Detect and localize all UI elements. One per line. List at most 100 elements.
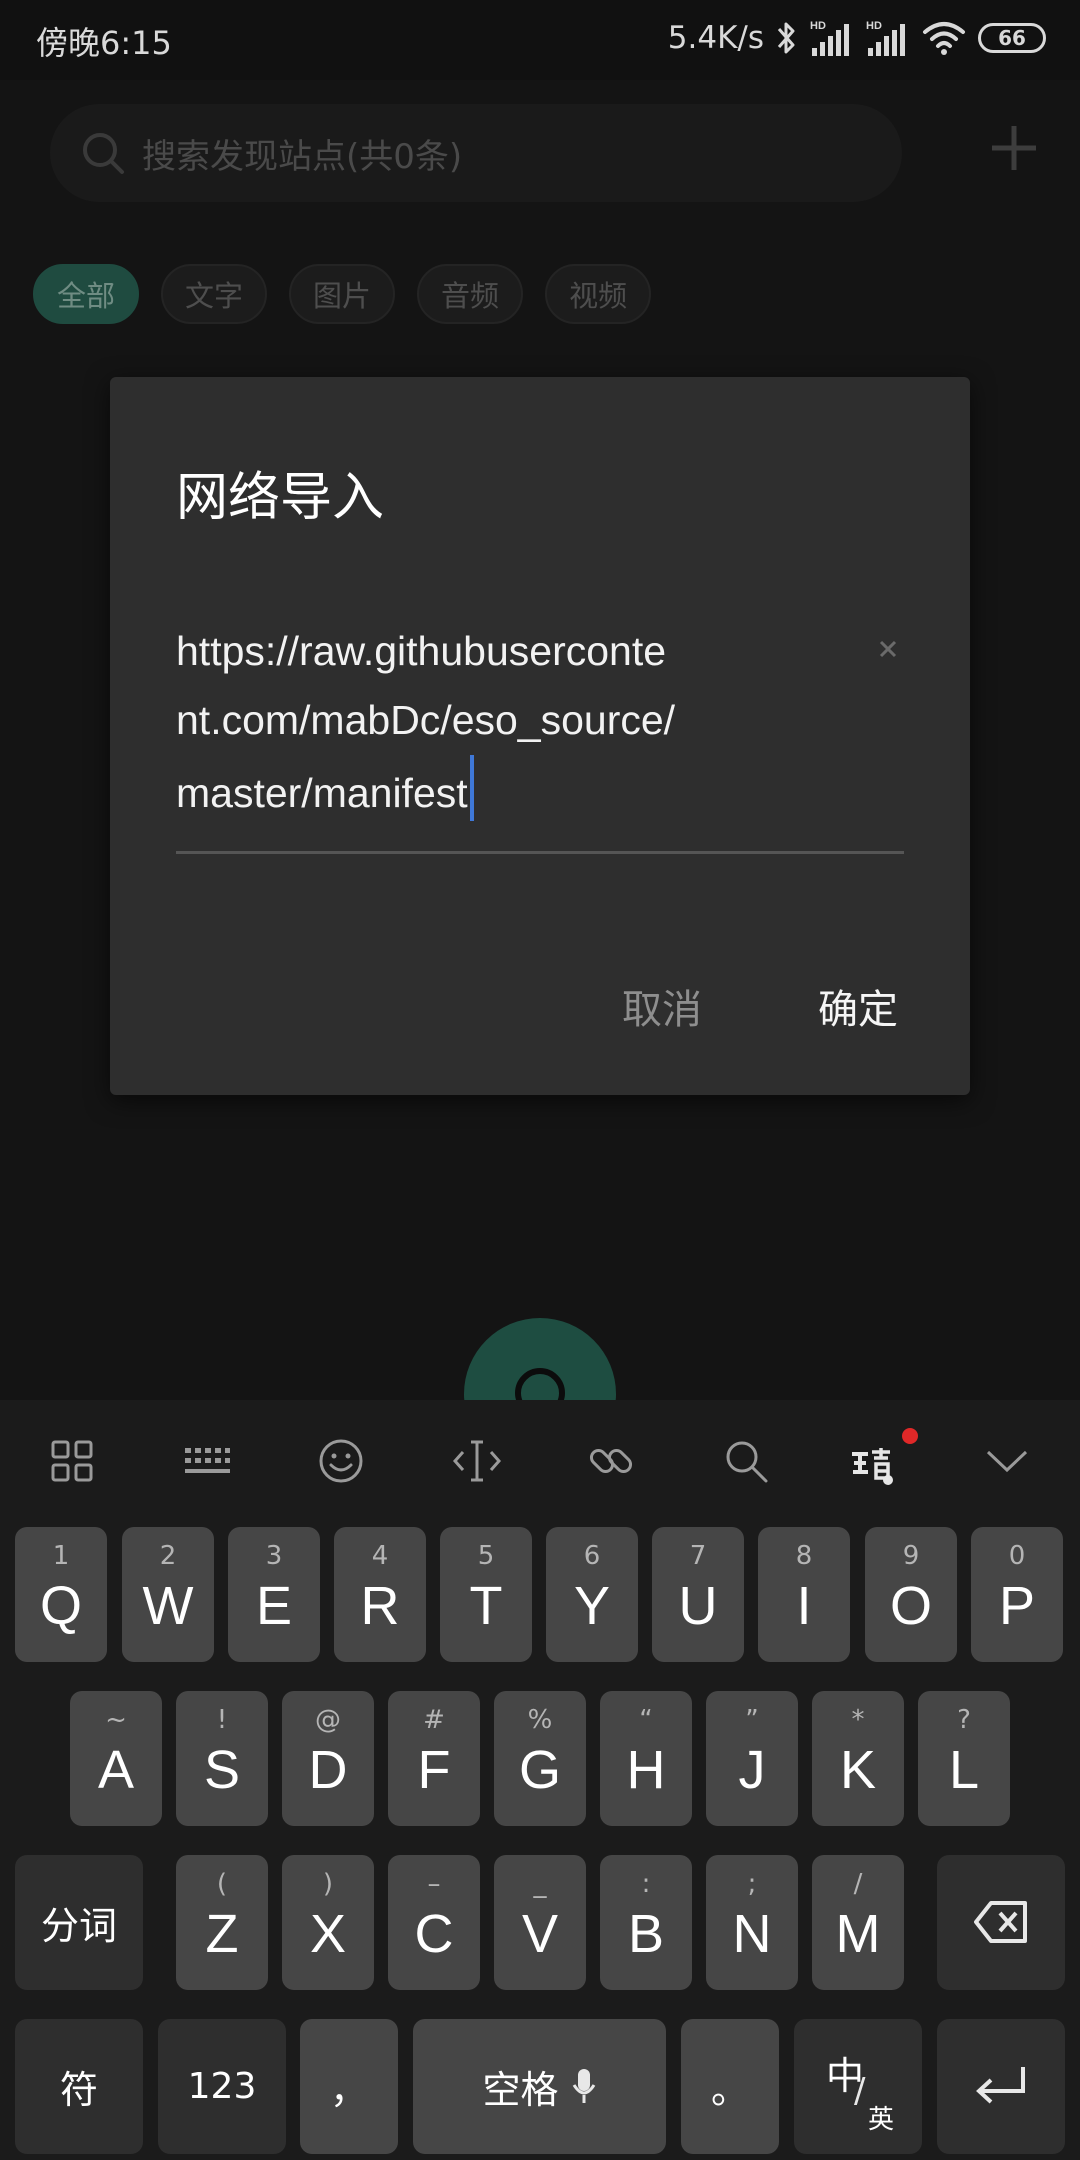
- clear-icon[interactable]: [870, 631, 906, 667]
- key-s-sub: !: [216, 1705, 228, 1735]
- key-y[interactable]: 6Y: [546, 1527, 638, 1662]
- chip-audio[interactable]: 音频: [417, 264, 524, 324]
- key-i-label: I: [796, 1576, 812, 1636]
- key-a-sub: ~: [105, 1705, 127, 1735]
- chip-all[interactable]: 全部: [33, 264, 140, 324]
- period-key[interactable]: 。: [681, 2019, 779, 2154]
- confirm-button[interactable]: 确定: [818, 977, 898, 1035]
- url-input-value: https://raw.githubusercontent.com/mabDc/…: [176, 628, 676, 816]
- key-r-sub: 4: [371, 1541, 389, 1571]
- key-h[interactable]: “H: [600, 1691, 692, 1826]
- search-icon: [83, 133, 124, 174]
- link-icon[interactable]: [586, 1436, 636, 1486]
- signal-icon-1: HD: [810, 18, 854, 58]
- chip-video[interactable]: 视频: [545, 264, 652, 324]
- key-j-label: J: [738, 1740, 766, 1800]
- symbols-key[interactable]: 符: [15, 2019, 143, 2154]
- soft-keyboard: 1Q 2W 3E 4R 5T 6Y 7U 8I 9O 0P ~ A ! S @ D #…: [0, 1400, 1080, 2160]
- comma-key[interactable]: ，: [300, 2019, 398, 2154]
- key-l-sub: ?: [957, 1705, 971, 1735]
- signal-icon-2: HD: [866, 18, 910, 58]
- key-h-label: H: [626, 1740, 666, 1800]
- comma-key-label: ，: [329, 2068, 368, 2112]
- brand-logo-icon[interactable]: [850, 1442, 894, 1486]
- key-q[interactable]: 1Q: [15, 1527, 107, 1662]
- key-t-label: T: [469, 1576, 503, 1636]
- status-icons: 5.4K/s HD HD 66: [668, 16, 1046, 60]
- key-p-sub: 0: [1008, 1541, 1026, 1571]
- key-a-label: A: [97, 1740, 135, 1800]
- key-q-sub: 1: [52, 1541, 70, 1571]
- numbers-key[interactable]: 123: [158, 2019, 286, 2154]
- key-u[interactable]: 7U: [652, 1527, 744, 1662]
- search-placeholder: 搜索发现站点(共0条): [142, 136, 463, 177]
- key-d-label: D: [308, 1740, 348, 1800]
- key-g[interactable]: % G: [494, 1691, 586, 1826]
- key-a[interactable]: ~ A: [70, 1691, 162, 1826]
- key-n[interactable]: ; N: [706, 1855, 798, 1990]
- key-k-sub: *: [851, 1705, 865, 1735]
- key-e[interactable]: 3E: [228, 1527, 320, 1662]
- key-x[interactable]: ) X: [282, 1855, 374, 1990]
- key-b[interactable]: :B: [600, 1855, 692, 1990]
- key-s[interactable]: ! S: [176, 1691, 268, 1826]
- numbers-key-label: 123: [187, 2066, 257, 2107]
- key-k[interactable]: * K: [812, 1691, 904, 1826]
- key-c[interactable]: – C: [388, 1855, 480, 1990]
- key-v[interactable]: _ V: [494, 1855, 586, 1990]
- bluetooth-icon: [776, 18, 798, 58]
- key-v-sub: _: [533, 1869, 547, 1899]
- cancel-button[interactable]: 取消: [622, 977, 702, 1035]
- key-g-sub: %: [527, 1705, 553, 1735]
- dialog-title: 网络导入: [176, 468, 385, 528]
- period-key-label: 。: [710, 2068, 749, 2112]
- key-b-sub: :: [641, 1869, 651, 1899]
- key-t[interactable]: 5T: [440, 1527, 532, 1662]
- status-bar: 傍晚6:15 5.4K/s HD HD 66: [0, 0, 1080, 80]
- key-b-label: B: [627, 1904, 665, 1964]
- key-w-label: W: [142, 1576, 194, 1636]
- key-t-sub: 5: [477, 1541, 495, 1571]
- key-j-sub: ”: [745, 1705, 759, 1735]
- key-m-label: M: [835, 1904, 881, 1964]
- key-p-label: P: [998, 1576, 1036, 1636]
- key-u-label: U: [678, 1576, 718, 1636]
- backspace-key[interactable]: [937, 1855, 1065, 1990]
- network-speed: 5.4K/s: [667, 20, 764, 56]
- url-input[interactable]: https://raw.githubusercontent.com/mabDc/…: [176, 617, 676, 828]
- key-z-label: Z: [205, 1904, 239, 1964]
- enter-key[interactable]: [937, 2019, 1065, 2154]
- segment-key[interactable]: 分词: [15, 1855, 143, 1990]
- key-m-sub: /: [853, 1869, 863, 1899]
- key-o[interactable]: 9O: [865, 1527, 957, 1662]
- search-bar[interactable]: 搜索发现站点(共0条): [50, 104, 902, 202]
- keyboard-icon[interactable]: [182, 1436, 232, 1486]
- add-icon[interactable]: [986, 120, 1042, 176]
- key-r[interactable]: 4R: [334, 1527, 426, 1662]
- key-s-label: S: [203, 1740, 241, 1800]
- key-i[interactable]: 8I: [758, 1527, 850, 1662]
- key-m[interactable]: / M: [812, 1855, 904, 1990]
- key-l[interactable]: ? L: [918, 1691, 1010, 1826]
- key-d[interactable]: @ D: [282, 1691, 374, 1826]
- key-k-label: K: [839, 1740, 877, 1800]
- key-f[interactable]: # F: [388, 1691, 480, 1826]
- segment-key-label: 分词: [40, 1904, 117, 1948]
- collapse-chevron-icon[interactable]: [982, 1436, 1032, 1486]
- search-icon[interactable]: [721, 1436, 771, 1486]
- language-switch-key[interactable]: 中 / 英: [794, 2019, 922, 2154]
- cursor-move-icon[interactable]: [452, 1436, 502, 1486]
- chip-text[interactable]: 文字: [161, 264, 268, 324]
- key-z[interactable]: (Z: [176, 1855, 268, 1990]
- emoji-icon[interactable]: [316, 1436, 366, 1486]
- key-c-label: C: [414, 1904, 454, 1964]
- key-j[interactable]: ” J: [706, 1691, 798, 1826]
- key-p[interactable]: 0P: [971, 1527, 1063, 1662]
- apps-grid-icon[interactable]: [47, 1436, 97, 1486]
- category-chips: 全部 文字 图片 音频 视频: [33, 264, 652, 324]
- key-w[interactable]: 2W: [122, 1527, 214, 1662]
- space-key[interactable]: 空格: [413, 2019, 666, 2154]
- key-e-label: E: [255, 1576, 293, 1636]
- key-x-sub: ): [322, 1869, 334, 1899]
- chip-image[interactable]: 图片: [289, 264, 396, 324]
